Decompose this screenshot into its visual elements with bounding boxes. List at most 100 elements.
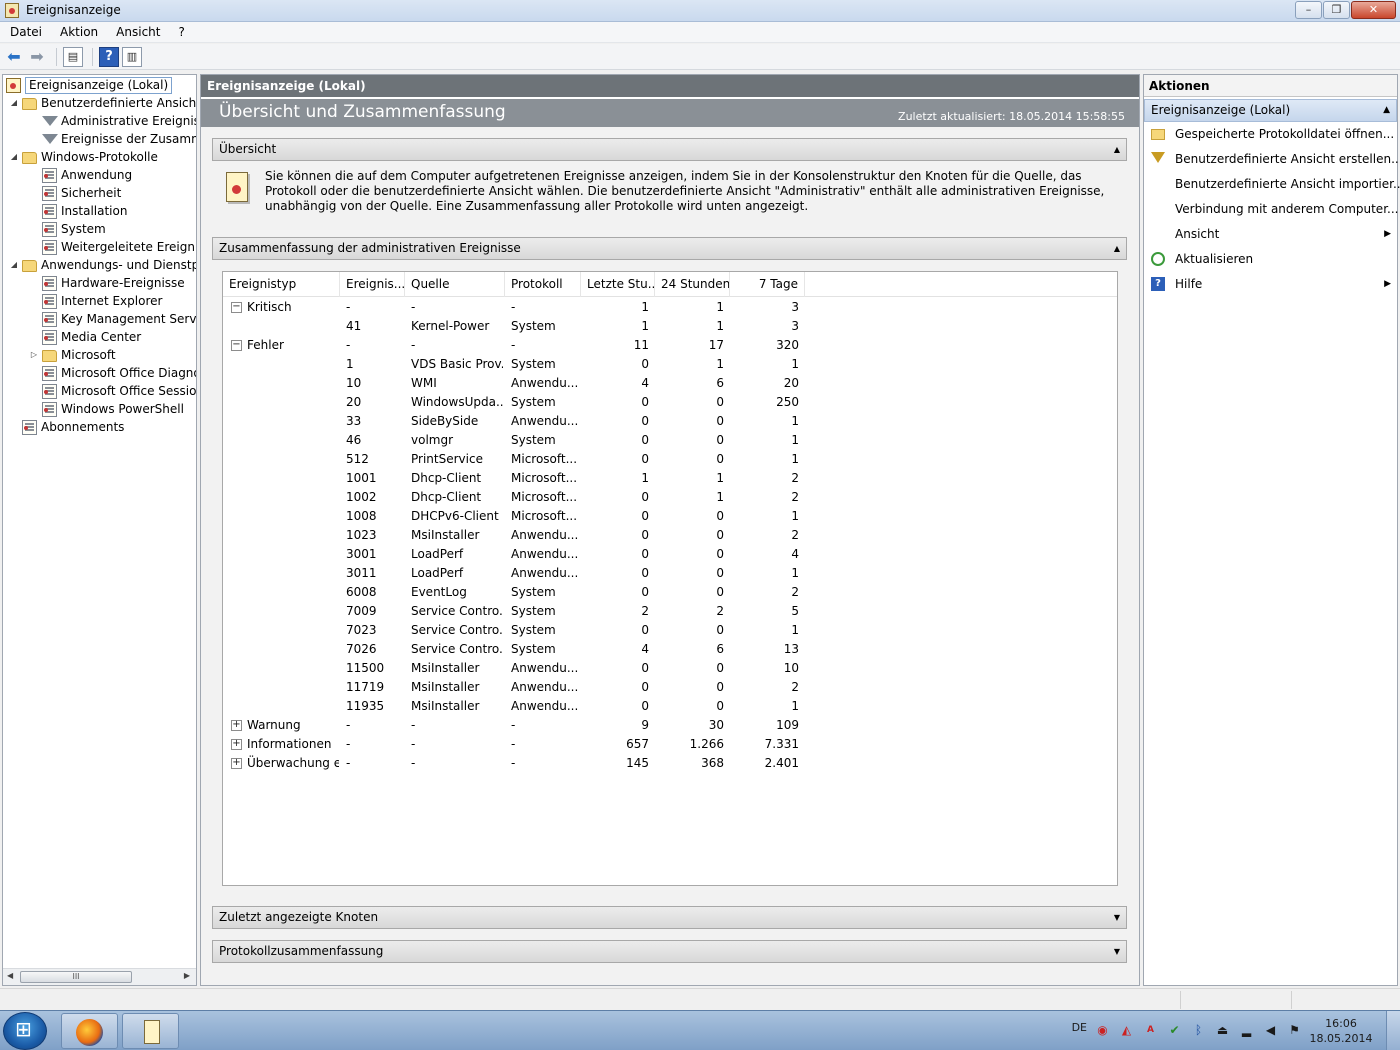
tree-item[interactable]: System: [29, 220, 106, 238]
table-row[interactable]: 20 WindowsUpda... System 0 0 250: [223, 393, 1117, 412]
menu-ansicht[interactable]: Ansicht: [106, 25, 168, 39]
collapse-minus-icon[interactable]: −: [231, 340, 242, 351]
column-header-ereignistyp[interactable]: Ereignistyp: [223, 272, 340, 297]
tree-item[interactable]: Media Center: [29, 328, 141, 346]
tree-item[interactable]: Weitergeleitete Ereignisse: [29, 238, 196, 256]
table-row[interactable]: 7026 Service Contro... System 4 6 13: [223, 640, 1117, 659]
action-item[interactable]: Aktualisieren: [1144, 247, 1397, 271]
collapse-caret-icon[interactable]: ▲: [1114, 238, 1120, 259]
menu-aktion[interactable]: Aktion: [50, 25, 106, 39]
tree-item[interactable]: ◢ Benutzerdefinierte Ansichten: [9, 94, 196, 112]
tree-expander-icon[interactable]: ◢: [9, 148, 19, 166]
table-row[interactable]: 1 VDS Basic Prov... System 0 1 1: [223, 355, 1117, 374]
menu-help[interactable]: ?: [168, 25, 192, 39]
volume-icon[interactable]: ◀: [1263, 1023, 1278, 1038]
table-row[interactable]: 512 PrintService Microsoft... 0 0 1: [223, 450, 1117, 469]
scrollbar-thumb[interactable]: III: [20, 971, 132, 983]
column-header-protokoll[interactable]: Protokoll: [505, 272, 581, 297]
table-row[interactable]: + Informationen - - -657 1.266 7.331: [223, 735, 1117, 754]
tree-item[interactable]: Internet Explorer: [29, 292, 162, 310]
action-item[interactable]: Benutzerdefinierte Ansicht erstellen...: [1144, 147, 1400, 171]
show-hide-console-tree-icon[interactable]: ▤: [63, 46, 83, 67]
back-arrow-icon[interactable]: ⬅: [4, 47, 24, 67]
table-row[interactable]: 41 Kernel-Power System 1 1 3: [223, 317, 1117, 336]
action-item[interactable]: ? Hilfe ▶: [1144, 272, 1397, 296]
table-row[interactable]: 7009 Service Contro... System 2 2 5: [223, 602, 1117, 621]
menu-datei[interactable]: Datei: [0, 25, 50, 39]
firefox-taskbar-button[interactable]: [61, 1013, 118, 1049]
tree-item[interactable]: ▷ Microsoft: [29, 346, 116, 364]
tree-item[interactable]: Microsoft Office Sessions: [29, 382, 196, 400]
language-indicator[interactable]: DE: [1072, 1021, 1087, 1034]
event-viewer-taskbar-button[interactable]: [122, 1013, 179, 1049]
expand-plus-icon[interactable]: +: [231, 720, 242, 731]
table-row[interactable]: 11935 MsiInstaller Anwendu... 0 0 1: [223, 697, 1117, 716]
table-row[interactable]: 1002 Dhcp-Client Microsoft... 0 1 2: [223, 488, 1117, 507]
tree-root[interactable]: Ereignisanzeige (Lokal): [6, 76, 173, 94]
table-row[interactable]: 6008 EventLog System 0 0 2: [223, 583, 1117, 602]
table-row[interactable]: 1001 Dhcp-Client Microsoft... 1 1 2: [223, 469, 1117, 488]
network-signal-icon[interactable]: ▂: [1239, 1023, 1254, 1038]
help-icon[interactable]: ?: [99, 46, 119, 67]
tree-item[interactable]: Microsoft Office Diagnostics: [29, 364, 196, 382]
tree-item[interactable]: Administrative Ereignisse: [29, 112, 196, 130]
table-row[interactable]: − Fehler - - - 11 17 320: [223, 336, 1117, 355]
column-header-letzte-stunde[interactable]: Letzte Stu...: [581, 272, 655, 297]
expand-plus-icon[interactable]: +: [231, 739, 242, 750]
table-row[interactable]: 10 WMI Anwendu... 4 6 20: [223, 374, 1117, 393]
table-row[interactable]: 11719 MsiInstaller Anwendu... 0 0 2: [223, 678, 1117, 697]
tree-item[interactable]: Abonnements: [9, 418, 124, 436]
log-summary-section-header[interactable]: Protokollzusammenfassung ▼: [212, 940, 1127, 963]
tree-expander-icon[interactable]: ◢: [9, 94, 19, 112]
table-row[interactable]: 33 SideBySide Anwendu... 0 0 1: [223, 412, 1117, 431]
scroll-left-icon[interactable]: ◀: [7, 971, 13, 980]
table-row[interactable]: − Kritisch - - - 1 1 3: [223, 298, 1117, 317]
tree-item[interactable]: Key Management Service: [29, 310, 196, 328]
start-button[interactable]: [3, 1012, 47, 1050]
column-header-ereignis-id[interactable]: Ereignis...: [340, 272, 405, 297]
amd-icon[interactable]: A: [1143, 1023, 1158, 1038]
collapse-caret-icon[interactable]: ▲: [1383, 100, 1390, 121]
security-shield-icon[interactable]: ✔: [1167, 1023, 1182, 1038]
tree-item[interactable]: Windows PowerShell: [29, 400, 184, 418]
overview-section-header[interactable]: Übersicht ▲: [212, 138, 1127, 161]
maximize-button[interactable]: ❐: [1323, 1, 1350, 19]
scroll-right-icon[interactable]: ▶: [184, 971, 190, 980]
actions-group-header[interactable]: Ereignisanzeige (Lokal) ▲: [1144, 99, 1397, 122]
table-row[interactable]: 3011 LoadPerf Anwendu... 0 0 1: [223, 564, 1117, 583]
clock[interactable]: 16:06 18.05.2014: [1306, 1016, 1376, 1046]
tree-item[interactable]: Installation: [29, 202, 127, 220]
table-row[interactable]: 11500 MsiInstaller Anwendu... 0 0 10: [223, 659, 1117, 678]
summary-section-header[interactable]: Zusammenfassung der administrativen Erei…: [212, 237, 1127, 260]
show-desktop-button[interactable]: [1386, 1011, 1400, 1050]
tree-item[interactable]: Ereignisse der Zusammenfassung: [29, 130, 196, 148]
tree-item[interactable]: Sicherheit: [29, 184, 121, 202]
table-row[interactable]: + Warnung - - - 9 30 109: [223, 716, 1117, 735]
table-row[interactable]: 46 volmgr System 0 0 1: [223, 431, 1117, 450]
collapse-minus-icon[interactable]: −: [231, 302, 242, 313]
action-item[interactable]: Ansicht ▶: [1144, 222, 1397, 246]
safely-remove-hardware-icon[interactable]: ⏏: [1215, 1023, 1230, 1038]
tree-expander-icon[interactable]: ▷: [29, 346, 39, 364]
collapse-caret-icon[interactable]: ▲: [1114, 139, 1120, 160]
table-row[interactable]: 3001 LoadPerf Anwendu... 0 0 4: [223, 545, 1117, 564]
forward-arrow-icon[interactable]: ➡: [27, 47, 47, 67]
show-hide-action-pane-icon[interactable]: ▥: [122, 46, 142, 67]
tree-item[interactable]: Hardware-Ereignisse: [29, 274, 185, 292]
tree-item[interactable]: ◢ Windows-Protokolle: [9, 148, 158, 166]
tree-horizontal-scrollbar[interactable]: ◀ III ▶: [3, 968, 196, 985]
close-button[interactable]: ✕: [1351, 1, 1396, 19]
acrobat-icon[interactable]: ◭: [1119, 1023, 1134, 1038]
table-row[interactable]: 7023 Service Contro... System 0 0 1: [223, 621, 1117, 640]
expand-caret-icon[interactable]: ▼: [1114, 907, 1120, 928]
action-item[interactable]: Gespeicherte Protokolldatei öffnen...: [1144, 122, 1397, 146]
table-row[interactable]: +Überwachung e...---1453682.401: [223, 754, 1117, 773]
recent-nodes-section-header[interactable]: Zuletzt angezeigte Knoten ▼: [212, 906, 1127, 929]
table-row[interactable]: 1008 DHCPv6-Client Microsoft... 0 0 1: [223, 507, 1117, 526]
antivirus-icon[interactable]: ◉: [1095, 1023, 1110, 1038]
action-item[interactable]: Verbindung mit anderem Computer...: [1144, 197, 1398, 221]
tree-item[interactable]: Anwendung: [29, 166, 132, 184]
table-row[interactable]: 1023 MsiInstaller Anwendu... 0 0 2: [223, 526, 1117, 545]
tree-expander-icon[interactable]: ◢: [9, 256, 19, 274]
bluetooth-icon[interactable]: ᛒ: [1191, 1023, 1206, 1038]
